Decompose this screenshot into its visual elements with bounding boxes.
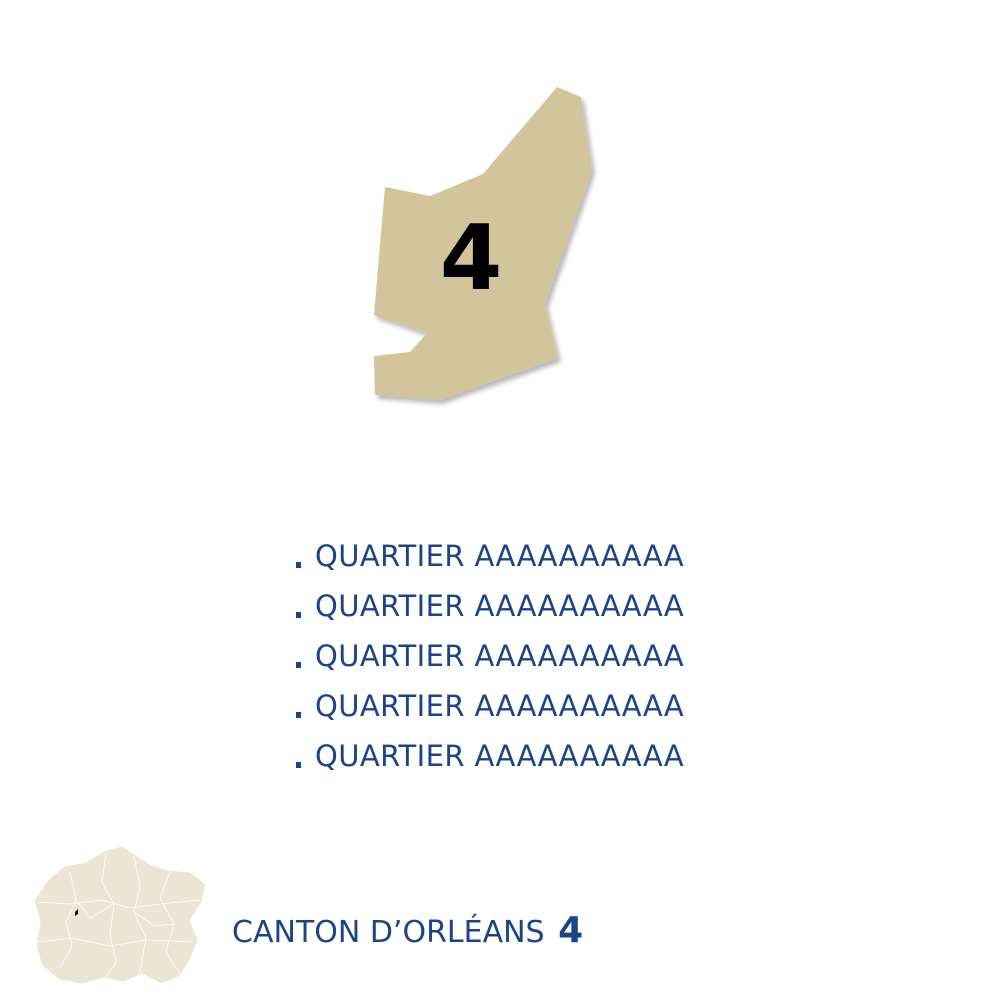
quartier-label: QUARTIER AAAAAAAAAA bbox=[315, 639, 685, 673]
canton-title: CANTON D’ORLÉANS 4 bbox=[232, 906, 583, 958]
quartier-label: QUARTIER AAAAAAAAAA bbox=[315, 589, 685, 623]
canton-number: 4 bbox=[440, 206, 503, 311]
list-item: QUARTIER AAAAAAAAAA bbox=[296, 633, 684, 683]
bullet-icon bbox=[296, 712, 301, 718]
quartier-label: QUARTIER AAAAAAAAAA bbox=[315, 539, 685, 573]
canton-title-number: 4 bbox=[558, 910, 584, 951]
list-item: QUARTIER AAAAAAAAAA bbox=[296, 733, 684, 783]
quartier-label: QUARTIER AAAAAAAAAA bbox=[315, 739, 685, 773]
bullet-icon bbox=[296, 662, 301, 668]
department-outline bbox=[33, 845, 207, 985]
bullet-icon bbox=[296, 762, 301, 768]
quartier-label: QUARTIER AAAAAAAAAA bbox=[315, 689, 685, 723]
canton-title-prefix: CANTON D’ORLÉANS bbox=[232, 915, 545, 950]
bullet-icon bbox=[296, 562, 301, 568]
department-locator-map bbox=[33, 845, 207, 985]
bullet-icon bbox=[296, 612, 301, 618]
canton-map: 4 bbox=[374, 87, 592, 400]
list-item: QUARTIER AAAAAAAAAA bbox=[296, 533, 684, 583]
list-item: QUARTIER AAAAAAAAAA bbox=[296, 583, 684, 633]
quartier-list: QUARTIER AAAAAAAAAA QUARTIER AAAAAAAAAA … bbox=[296, 533, 684, 783]
list-item: QUARTIER AAAAAAAAAA bbox=[296, 683, 684, 733]
